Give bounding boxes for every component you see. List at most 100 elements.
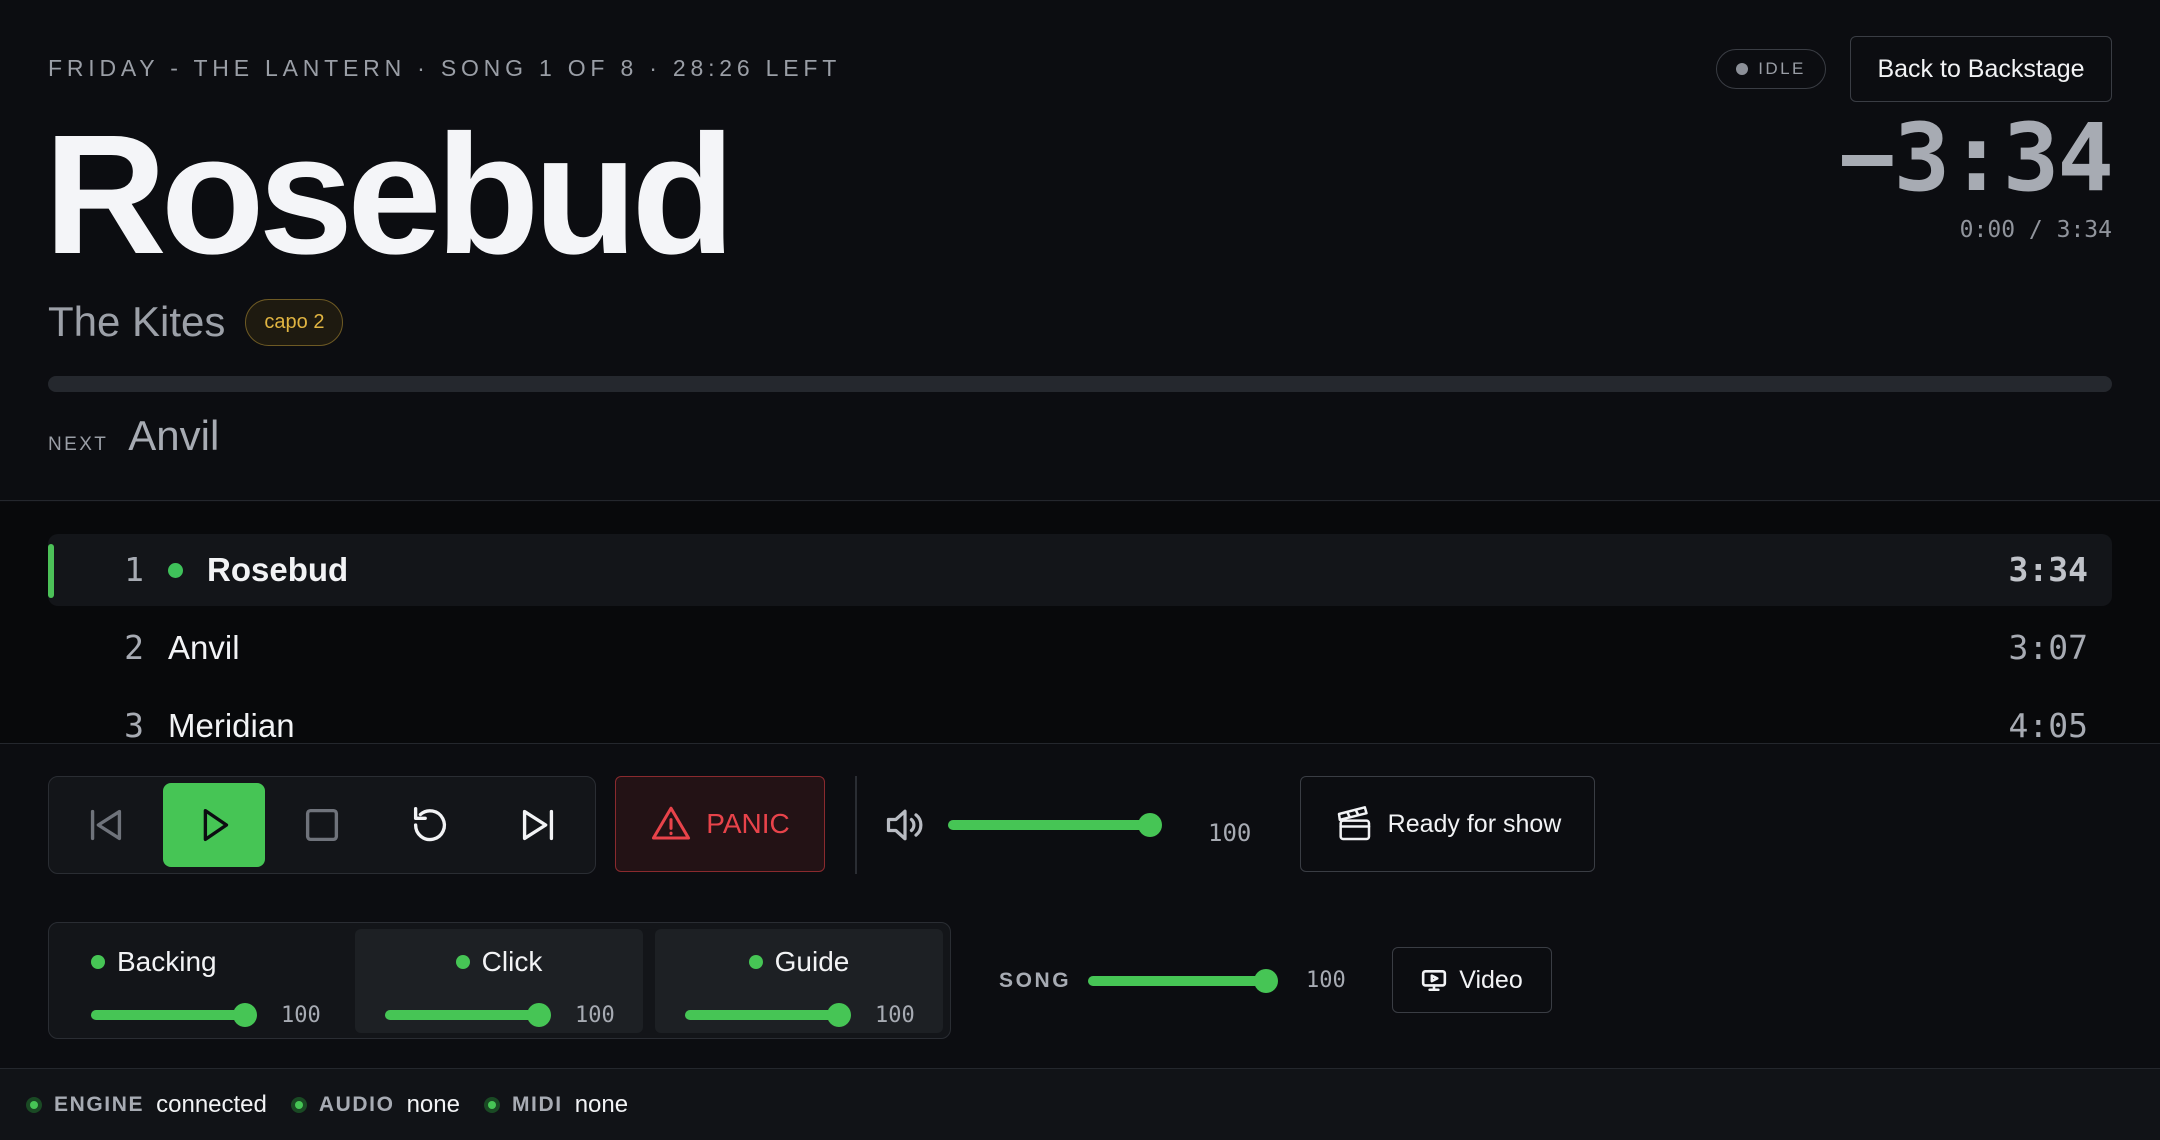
restart-button[interactable] <box>379 783 481 867</box>
panic-label: PANIC <box>706 808 790 839</box>
setlist-row[interactable]: 2 Anvil 3:07 <box>48 612 2112 684</box>
channel-header[interactable]: Backing <box>55 929 343 995</box>
channel-active-dot-icon <box>91 955 105 969</box>
capo-badge: capo 2 <box>245 298 344 346</box>
slider-knob[interactable] <box>1254 969 1278 993</box>
channel-name: Click <box>481 946 543 977</box>
warning-icon <box>652 806 691 840</box>
channel-backing[interactable]: Backing 100 <box>55 929 343 1033</box>
song-number: 3 <box>124 706 144 743</box>
audio-status: AUDIO none <box>290 1090 460 1119</box>
next-song: NEXT Anvil <box>48 412 219 460</box>
status-dot-icon <box>1736 63 1749 75</box>
clapperboard-icon <box>1337 806 1370 841</box>
artist-name: The Kites <box>48 298 226 345</box>
song-duration: 4:05 <box>2008 706 2088 743</box>
channel-guide[interactable]: Guide 100 <box>655 929 943 1033</box>
slider-fill <box>91 1010 245 1020</box>
now-playing-dot-icon <box>168 563 183 578</box>
status-label: AUDIO <box>318 1092 395 1116</box>
stop-button[interactable] <box>271 783 373 867</box>
slider-knob[interactable] <box>233 1003 257 1027</box>
channel-header[interactable]: Guide <box>655 929 943 995</box>
status-badge: IDLE <box>1716 49 1826 89</box>
video-button[interactable]: Video <box>1392 947 1552 1013</box>
speaker-icon <box>886 809 923 841</box>
audio-status-dot-icon <box>290 1096 307 1113</box>
channel-click[interactable]: Click 100 <box>355 929 643 1033</box>
slider-fill <box>948 820 1150 830</box>
skip-forward-icon <box>522 809 554 841</box>
setlist-song-title: Anvil <box>168 629 240 666</box>
song-progress-bar[interactable] <box>48 376 2112 392</box>
previous-track-button[interactable] <box>55 783 157 867</box>
slider-fill <box>385 1010 539 1020</box>
panic-button[interactable]: PANIC <box>615 776 825 872</box>
status-label: MIDI <box>511 1092 563 1116</box>
channel-volume-value: 100 <box>875 1003 915 1028</box>
slider-knob[interactable] <box>827 1003 851 1027</box>
channel-volume-slider[interactable] <box>385 1003 551 1027</box>
midi-status-dot-icon <box>483 1096 500 1113</box>
setlist: 1 Rosebud 3:34 2 Anvil 3:07 3 Meridian 4… <box>0 502 2160 743</box>
setlist-song-title: Meridian <box>168 707 295 743</box>
next-track-button[interactable] <box>487 783 589 867</box>
song-duration: 3:07 <box>2008 628 2088 667</box>
setlist-song-title: Rosebud <box>207 551 349 588</box>
status-value: none <box>574 1090 629 1118</box>
volume-icon[interactable] <box>883 803 927 847</box>
play-icon <box>203 808 229 842</box>
slider-fill <box>1088 976 1266 986</box>
midi-status: MIDI none <box>483 1090 629 1119</box>
stem-mixer: Backing 100 Click 100 Guide 100 <box>48 922 951 1039</box>
slider-knob[interactable] <box>527 1003 551 1027</box>
status-value: none <box>406 1090 460 1118</box>
master-volume-slider[interactable] <box>948 813 1162 837</box>
controls-panel: PANIC 100 Ready for show Backing 100 Cli… <box>0 743 2160 1068</box>
status-value: connected <box>156 1090 267 1118</box>
restart-icon <box>413 807 446 842</box>
slider-fill <box>685 1010 839 1020</box>
back-to-backstage-button[interactable]: Back to Backstage <box>1850 36 2112 102</box>
song-duration: 3:34 <box>2008 550 2088 589</box>
status-label: ENGINE <box>54 1092 145 1116</box>
now-playing-header: FRIDAY - THE LANTERN · SONG 1 OF 8 · 28:… <box>0 0 2160 501</box>
song-number: 2 <box>124 628 144 667</box>
artist-row: The Kites capo 2 <box>48 298 344 346</box>
engine-status-dot-icon <box>26 1096 42 1113</box>
video-icon <box>1422 970 1447 992</box>
song-volume-slider[interactable] <box>1088 969 1278 993</box>
channel-name: Backing <box>117 946 217 977</box>
status-label: IDLE <box>1758 59 1806 78</box>
channel-active-dot-icon <box>748 955 763 969</box>
song-number: 1 <box>124 550 144 589</box>
channel-volume-value: 100 <box>281 1003 321 1028</box>
next-label: NEXT <box>48 434 109 455</box>
countdown-timer: −3:34 <box>1839 104 2114 213</box>
master-volume-value: 100 <box>1208 819 1252 847</box>
song-title: Rosebud <box>44 100 735 290</box>
divider <box>855 776 857 874</box>
channel-name: Guide <box>774 946 850 977</box>
channel-volume-value: 100 <box>575 1003 615 1028</box>
show-context: FRIDAY - THE LANTERN · SONG 1 OF 8 · 28:… <box>48 55 842 81</box>
video-label: Video <box>1459 965 1523 994</box>
transport-controls <box>48 776 596 874</box>
elapsed-time: 0:00 / 3:34 <box>1959 217 2112 243</box>
status-bar: ENGINE connected AUDIO none MIDI none <box>0 1068 2160 1140</box>
channel-volume-slider[interactable] <box>685 1003 851 1027</box>
skip-back-icon <box>90 809 122 841</box>
song-volume-value: 100 <box>1306 968 1346 993</box>
slider-knob[interactable] <box>1138 813 1162 837</box>
setlist-row[interactable]: 3 Meridian 4:05 <box>48 690 2112 743</box>
setlist-row[interactable]: 1 Rosebud 3:34 <box>48 534 2112 606</box>
play-button[interactable] <box>163 783 265 867</box>
next-song-title: Anvil <box>128 412 220 459</box>
ready-label: Ready for show <box>1387 809 1562 838</box>
ready-for-show-button[interactable]: Ready for show <box>1300 776 1595 872</box>
channel-volume-slider[interactable] <box>91 1003 257 1027</box>
channel-header[interactable]: Click <box>355 929 643 995</box>
channel-active-dot-icon <box>455 955 470 969</box>
song-volume-label: SONG <box>999 969 1072 992</box>
stop-icon <box>305 808 339 842</box>
